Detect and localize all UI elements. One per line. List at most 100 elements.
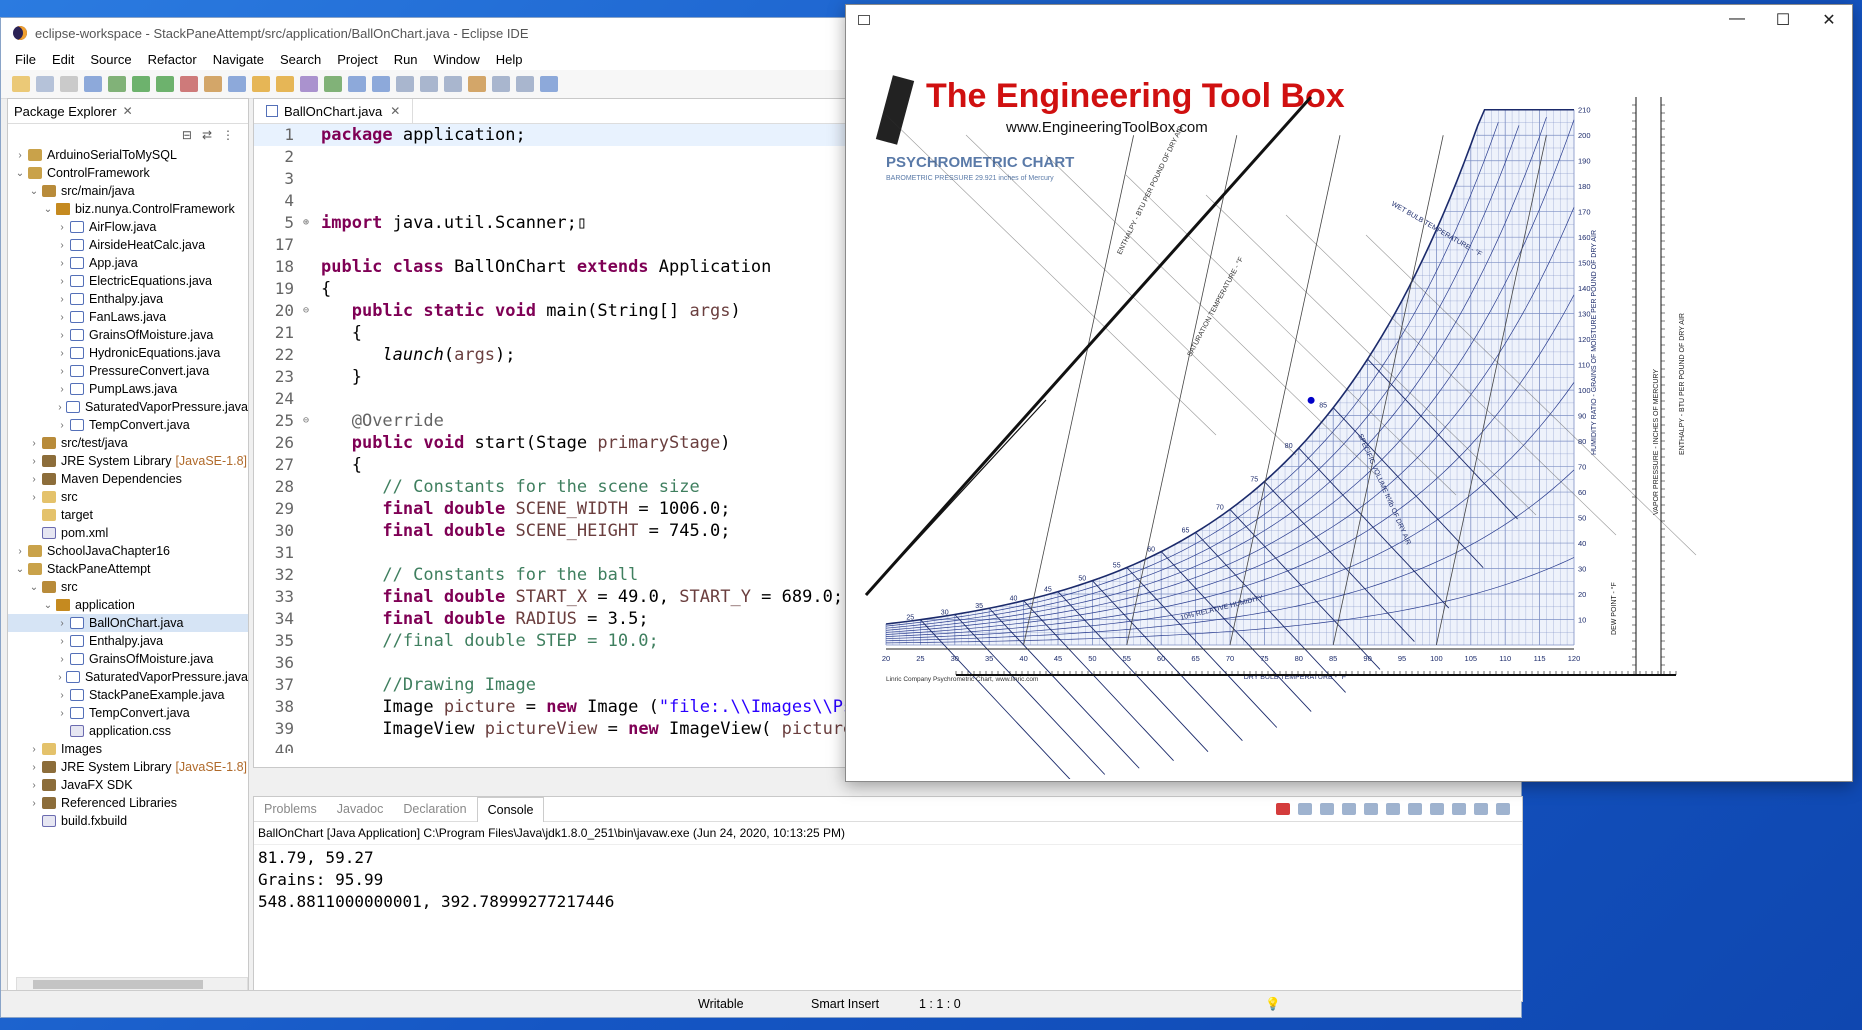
tree-item[interactable]: ⌄ application bbox=[8, 596, 248, 614]
tree-item[interactable]: › AirFlow.java bbox=[8, 218, 248, 236]
maximize-icon[interactable] bbox=[1496, 803, 1510, 815]
link-editor-icon[interactable]: ⇄ bbox=[202, 128, 212, 142]
open-task-icon[interactable] bbox=[276, 76, 294, 92]
view-menu-icon[interactable]: ⋮ bbox=[222, 128, 234, 142]
collapsed-arrow-icon[interactable]: › bbox=[28, 474, 40, 485]
coverage-icon[interactable] bbox=[180, 76, 198, 92]
tree-item[interactable]: › Maven Dependencies bbox=[8, 470, 248, 488]
save-icon[interactable] bbox=[36, 76, 54, 92]
minimize-button[interactable]: — bbox=[1714, 10, 1760, 30]
collapsed-arrow-icon[interactable]: › bbox=[56, 258, 68, 269]
show-whitespace-icon[interactable] bbox=[420, 76, 438, 92]
collapsed-arrow-icon[interactable]: › bbox=[56, 312, 68, 323]
tree-item[interactable]: › TempConvert.java bbox=[8, 704, 248, 722]
tree-item[interactable]: › src/test/java bbox=[8, 434, 248, 452]
menu-search[interactable]: Search bbox=[280, 52, 321, 67]
tree-item[interactable]: › SchoolJavaChapter16 bbox=[8, 542, 248, 560]
tab-declaration[interactable]: Declaration bbox=[393, 797, 476, 821]
tree-item[interactable]: › JRE System Library [JavaSE-1.8] bbox=[8, 452, 248, 470]
terminate-icon[interactable] bbox=[1276, 803, 1290, 815]
menu-file[interactable]: File bbox=[15, 52, 36, 67]
collapsed-arrow-icon[interactable]: › bbox=[56, 690, 68, 701]
scroll-lock-icon[interactable] bbox=[1342, 803, 1356, 815]
tree-item[interactable]: › SaturatedVaporPressure.java bbox=[8, 668, 248, 686]
collapsed-arrow-icon[interactable]: › bbox=[56, 384, 68, 395]
prev-annotation-icon[interactable] bbox=[396, 76, 414, 92]
remove-all-icon[interactable] bbox=[1320, 803, 1334, 815]
tree-item[interactable]: › ArduinoSerialToMySQL bbox=[8, 146, 248, 164]
fold-icon[interactable]: ⊖ bbox=[299, 300, 313, 322]
tree-item[interactable]: › HydronicEquations.java bbox=[8, 344, 248, 362]
minimize-icon[interactable] bbox=[1474, 803, 1488, 815]
new-icon[interactable] bbox=[12, 76, 30, 92]
console-output[interactable]: 81.79, 59.27 Grains: 95.99 548.88110000000… bbox=[254, 845, 1522, 915]
tree-item[interactable]: › Enthalpy.java bbox=[8, 290, 248, 308]
remove-launch-icon[interactable] bbox=[1298, 803, 1312, 815]
menu-edit[interactable]: Edit bbox=[52, 52, 74, 67]
tree-item[interactable]: › App.java bbox=[8, 254, 248, 272]
collapsed-arrow-icon[interactable]: › bbox=[56, 402, 64, 413]
close-button[interactable]: ✕ bbox=[1806, 10, 1852, 30]
tree-item[interactable]: ⌄ StackPaneAttempt bbox=[8, 560, 248, 578]
tree-item[interactable]: › StackPaneExample.java bbox=[8, 686, 248, 704]
collapsed-arrow-icon[interactable]: › bbox=[56, 276, 68, 287]
next-annotation-icon[interactable] bbox=[372, 76, 390, 92]
display-console-icon[interactable] bbox=[1430, 803, 1444, 815]
editor-tab-ballonchart[interactable]: BallOnChart.java ✕ bbox=[254, 99, 414, 123]
collapsed-arrow-icon[interactable]: › bbox=[56, 348, 68, 359]
debug-icon[interactable] bbox=[108, 76, 126, 92]
menu-run[interactable]: Run bbox=[394, 52, 418, 67]
tree-item[interactable]: ⌄ src/main/java bbox=[8, 182, 248, 200]
save-all-icon[interactable] bbox=[60, 76, 78, 92]
mark-occurrences-icon[interactable] bbox=[324, 76, 342, 92]
menu-navigate[interactable]: Navigate bbox=[213, 52, 264, 67]
tree-item[interactable]: › PressureConvert.java bbox=[8, 362, 248, 380]
collapsed-arrow-icon[interactable]: › bbox=[28, 438, 40, 449]
collapsed-arrow-icon[interactable]: › bbox=[14, 150, 26, 161]
perspective-icon[interactable] bbox=[516, 76, 534, 92]
collapsed-arrow-icon[interactable]: › bbox=[56, 654, 68, 665]
fold-icon[interactable]: ⊖ bbox=[299, 410, 313, 432]
collapsed-arrow-icon[interactable]: › bbox=[56, 672, 64, 683]
tab-javadoc[interactable]: Javadoc bbox=[327, 797, 394, 821]
expanded-arrow-icon[interactable]: ⌄ bbox=[14, 564, 26, 575]
tree-item[interactable]: › PumpLaws.java bbox=[8, 380, 248, 398]
scrollbar-thumb[interactable] bbox=[33, 980, 203, 989]
tree-item[interactable]: › JRE System Library [JavaSE-1.8] bbox=[8, 758, 248, 776]
word-wrap-icon[interactable] bbox=[1364, 803, 1378, 815]
tree-item[interactable]: › AirsideHeatCalc.java bbox=[8, 236, 248, 254]
collapsed-arrow-icon[interactable]: › bbox=[56, 708, 68, 719]
tree-item[interactable]: › Enthalpy.java bbox=[8, 632, 248, 650]
tab-problems[interactable]: Problems bbox=[254, 797, 327, 821]
tree-item[interactable]: › ElectricEquations.java bbox=[8, 272, 248, 290]
package-explorer-tab[interactable]: Package Explorer ✕ bbox=[8, 99, 248, 124]
collapsed-arrow-icon[interactable]: › bbox=[56, 240, 68, 251]
back-icon[interactable] bbox=[468, 76, 486, 92]
fold-icon[interactable]: ⊕ bbox=[299, 212, 313, 234]
menu-window[interactable]: Window bbox=[434, 52, 480, 67]
collapse-all-icon[interactable]: ⊟ bbox=[182, 128, 192, 142]
tree-item[interactable]: target bbox=[8, 506, 248, 524]
java-perspective-icon[interactable] bbox=[540, 76, 558, 92]
last-edit-icon[interactable] bbox=[444, 76, 462, 92]
expanded-arrow-icon[interactable]: ⌄ bbox=[14, 168, 26, 179]
collapsed-arrow-icon[interactable]: › bbox=[14, 546, 26, 557]
open-type-icon[interactable] bbox=[252, 76, 270, 92]
collapsed-arrow-icon[interactable]: › bbox=[28, 762, 40, 773]
collapsed-arrow-icon[interactable]: › bbox=[56, 420, 68, 431]
tree-item[interactable]: › BallOnChart.java bbox=[8, 614, 248, 632]
open-console-icon[interactable] bbox=[1452, 803, 1466, 815]
tree-item[interactable]: pom.xml bbox=[8, 524, 248, 542]
collapsed-arrow-icon[interactable]: › bbox=[56, 636, 68, 647]
tree-item[interactable]: › Referenced Libraries bbox=[8, 794, 248, 812]
menu-project[interactable]: Project bbox=[337, 52, 377, 67]
pin-icon[interactable] bbox=[84, 76, 102, 92]
run-icon[interactable] bbox=[132, 76, 150, 92]
tree-item[interactable]: › SaturatedVaporPressure.java bbox=[8, 398, 248, 416]
menu-source[interactable]: Source bbox=[90, 52, 131, 67]
collapsed-arrow-icon[interactable]: › bbox=[28, 744, 40, 755]
expanded-arrow-icon[interactable]: ⌄ bbox=[42, 600, 54, 611]
collapsed-arrow-icon[interactable]: › bbox=[56, 330, 68, 341]
pin-console-icon[interactable] bbox=[1408, 803, 1422, 815]
collapsed-arrow-icon[interactable]: › bbox=[28, 798, 40, 809]
